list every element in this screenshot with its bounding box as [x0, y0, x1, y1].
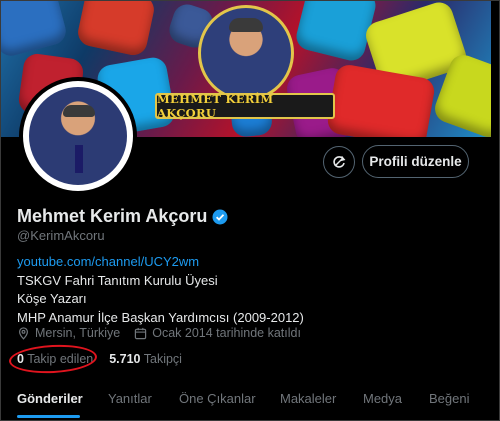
banner-tile — [1, 1, 69, 59]
tab-likes[interactable]: Beğeni — [429, 391, 469, 406]
avatar-hair — [63, 105, 95, 117]
calendar-icon — [135, 327, 147, 339]
followers-label: Takipçi — [143, 352, 182, 366]
tab-posts[interactable]: Gönderiler — [17, 391, 83, 406]
display-name: Mehmet Kerim Akçoru — [17, 206, 228, 227]
user-handle: @KerimAkcoru — [17, 228, 105, 243]
tab-replies[interactable]: Yanıtlar — [108, 391, 152, 406]
avatar-photo — [29, 87, 127, 185]
tab-articles[interactable]: Makaleler — [280, 391, 336, 406]
portrait-hair — [229, 18, 263, 32]
banner-name-plate: MEHMET KERİM AKÇORU — [155, 92, 335, 120]
bio-line: TSKGV Fahri Tanıtım Kurulu Üyesi — [17, 272, 218, 288]
location-text: Mersin, Türkiye — [35, 326, 121, 340]
refresh-icon — [333, 155, 346, 168]
avatar-tie — [75, 145, 83, 173]
bio-line: Köşe Yazarı — [17, 291, 87, 306]
refresh-button[interactable] — [323, 146, 355, 178]
tab-media[interactable]: Medya — [363, 391, 402, 406]
followers-count: 5.710 — [109, 352, 141, 366]
join-date-text: Ocak 2014 tarihinde katıldı — [152, 326, 301, 340]
avatar[interactable] — [19, 77, 137, 195]
join-date: Ocak 2014 tarihinde katıldı — [134, 326, 301, 340]
bio: youtube.com/channel/UCY2wm TSKGV Fahri T… — [17, 253, 304, 327]
banner-portrait — [198, 5, 294, 101]
display-name-text: Mehmet Kerim Akçoru — [17, 206, 208, 226]
bio-line: MHP Anamur İlçe Başkan Yardımcısı (2009-… — [17, 309, 304, 325]
edit-profile-button[interactable]: Profili düzenle — [362, 145, 469, 178]
annotation-circle — [8, 342, 98, 376]
profile-page: MEHMET KERİM AKÇORU Profili düzenle Mehm… — [0, 0, 500, 421]
banner-tile — [75, 1, 157, 58]
location-pin-icon — [18, 326, 29, 340]
active-tab-indicator — [17, 415, 80, 418]
bio-link[interactable]: youtube.com/channel/UCY2wm — [17, 253, 304, 272]
verified-badge-icon[interactable] — [212, 209, 228, 225]
followers-link[interactable]: 5.710 Takipçi — [109, 352, 182, 366]
tab-highlights[interactable]: Öne Çıkanlar — [179, 391, 256, 406]
profile-meta: Mersin, Türkiye Ocak 2014 tarihinde katı… — [17, 326, 301, 340]
location: Mersin, Türkiye — [17, 326, 120, 340]
